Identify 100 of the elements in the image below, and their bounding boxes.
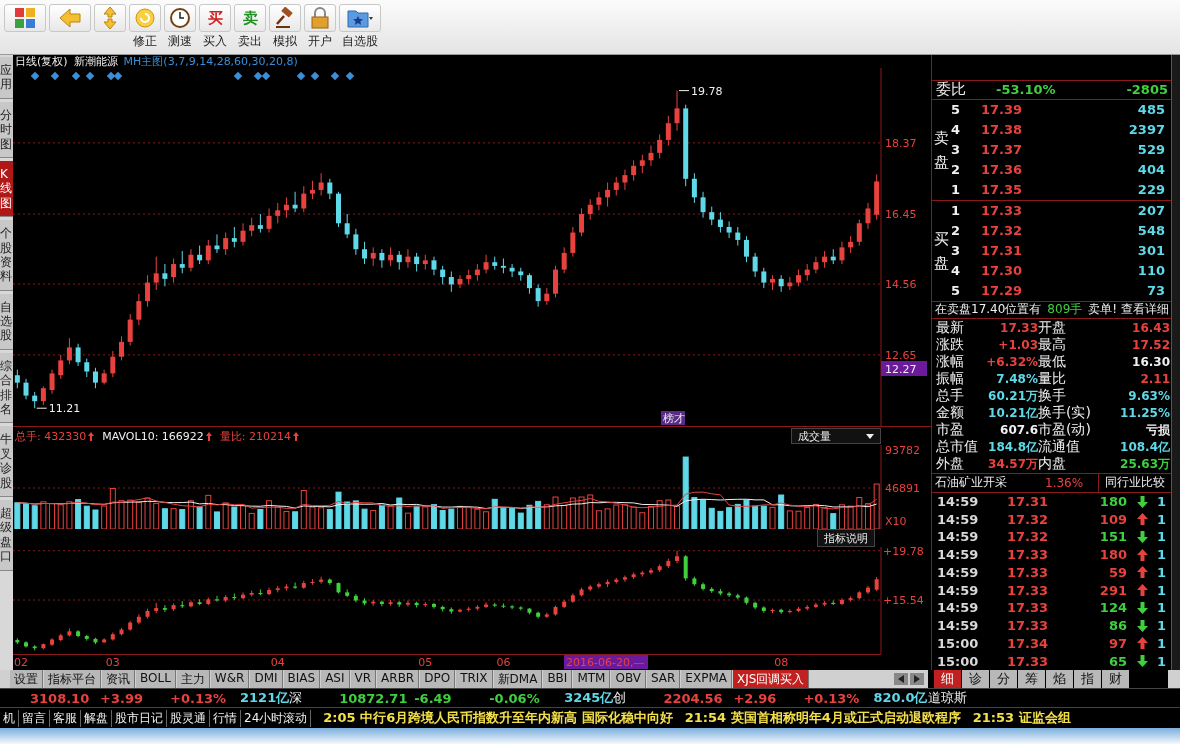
candlestick [448, 270, 454, 293]
order-price: 17.37 [981, 142, 1024, 158]
level-number: 3 [951, 243, 962, 259]
indicator-tab[interactable]: XJS回调买入 [732, 669, 810, 689]
side-tab[interactable]: 个股资料 [0, 220, 13, 291]
indicator-dropdown[interactable]: 成交量 [791, 428, 881, 444]
candlestick [726, 220, 732, 239]
order-ratio-percent: -53.10% [996, 82, 1057, 98]
toolbar-button[interactable] [94, 4, 126, 32]
indicator-tab[interactable]: ASI [321, 669, 350, 689]
scroll-right-button[interactable] [910, 673, 924, 685]
candlestick [865, 202, 871, 230]
side-tab[interactable]: 牛叉诊股 [0, 426, 13, 497]
trade-volume: 86 [1107, 618, 1127, 634]
indicator-tab[interactable]: OBV [611, 669, 646, 689]
side-tab[interactable]: 应用 [0, 57, 13, 99]
order-price: 17.35 [981, 182, 1024, 198]
indicator-tab[interactable]: TRIX [456, 669, 493, 689]
news-bar-button[interactable]: 留言 [19, 709, 50, 727]
candlestick [717, 211, 723, 234]
indicator-tab[interactable]: 指标平台 [44, 669, 101, 689]
side-tab[interactable]: 自选股 [0, 293, 13, 350]
order-side-label: 卖盘 [934, 127, 949, 173]
indicator-tab[interactable]: ARBR [377, 669, 420, 689]
trade-volume: 59 [1107, 564, 1127, 580]
side-tab[interactable]: 超级盘口 [0, 500, 13, 571]
news-headline[interactable]: 21:54 英国首相称明年4月或正式启动退欧程序 [684, 709, 961, 727]
indicator-tab[interactable]: MTM [573, 669, 611, 689]
stat-label: 市盈(动) [1038, 421, 1092, 439]
panel-tab[interactable]: 焰 [1046, 670, 1073, 688]
indicator-tab[interactable]: 设置 [10, 669, 43, 689]
news-headline[interactable]: 21:53 证监会组 [972, 709, 1071, 727]
indicator-tab[interactable]: DPO [420, 669, 456, 689]
indicator-tab[interactable]: BOLL [136, 669, 176, 689]
panel-tab[interactable]: 财 [1102, 670, 1129, 688]
news-bar-button[interactable]: 24小时滚动 [241, 709, 312, 727]
candlestick [743, 235, 749, 263]
down-arrow-icon [1136, 530, 1148, 543]
order-detail-link[interactable]: 卖单! 查看详细 [1088, 301, 1169, 319]
trade-time: 14:59 [937, 494, 980, 509]
news-headline[interactable]: 2:05 中行6月跨境人民币指数升至年内新高 国际化稳中向好 [323, 709, 673, 727]
order-price: 17.29 [981, 283, 1024, 299]
order-quantity: 229 [1136, 182, 1165, 198]
panel-tab[interactable]: 细 [934, 670, 961, 688]
news-bar-button[interactable]: 解盘 [81, 709, 112, 727]
padlock-icon [310, 7, 330, 29]
news-bar-button[interactable]: 股灵通 [167, 709, 210, 727]
level-number: 4 [951, 263, 962, 279]
indicator-tab[interactable]: BBI [543, 669, 573, 689]
indicator-tab[interactable]: DMI [250, 669, 283, 689]
candlestick [631, 159, 637, 182]
indicator-help-button[interactable]: 指标说明 [817, 529, 875, 547]
candlestick [813, 256, 819, 274]
toolbar-button[interactable] [49, 4, 91, 32]
panel-tab[interactable]: 分 [990, 670, 1017, 688]
panel-tab[interactable]: 筹 [1018, 670, 1045, 688]
candlestick [162, 263, 168, 287]
indicator-tab[interactable]: VR [350, 669, 377, 689]
news-bar-button[interactable]: 行情 [210, 709, 241, 727]
stat-label: 开盘 [1038, 319, 1067, 337]
side-tab[interactable]: 综合排名 [0, 352, 13, 424]
news-bar-button[interactable]: 股市日记 [112, 709, 167, 727]
indicator-tab[interactable]: BIAS [283, 669, 321, 689]
date-label: 03 [105, 656, 120, 669]
indicator-tab[interactable]: SAR [646, 669, 681, 689]
news-bar-button[interactable]: 客服 [50, 709, 81, 727]
trade-time: 14:59 [937, 564, 980, 580]
mavol-value: MAVOL10: 166922 [102, 429, 204, 443]
scroll-left-button[interactable] [894, 673, 908, 685]
up-arrow-icon [88, 431, 95, 441]
indicator-tab[interactable]: 资讯 [102, 669, 135, 689]
news-bar-button[interactable]: 机 [0, 709, 19, 727]
toolbar-button[interactable] [4, 4, 46, 32]
side-tab[interactable]: K线图 [0, 160, 13, 218]
industry-name: 石油矿业开采 [934, 474, 1008, 492]
candlestick [23, 378, 29, 400]
panel-tab[interactable]: 指 [1074, 670, 1101, 688]
candlestick [66, 337, 72, 365]
trade-volume: 151 [1098, 529, 1127, 545]
order-quantity: 110 [1136, 263, 1165, 279]
scrollbar[interactable] [1171, 55, 1180, 670]
indicator-tab[interactable]: W&R [210, 669, 250, 689]
panel-tab[interactable]: 诊 [962, 670, 989, 688]
date-label: 05 [418, 656, 433, 669]
up-arrow-icon [205, 431, 212, 441]
indicator-tab[interactable]: EXPMA [681, 669, 732, 689]
indicator-tab[interactable]: 新DMA [493, 669, 543, 689]
side-tab[interactable]: 分时图 [0, 101, 13, 158]
sell-icon: 卖 [242, 8, 258, 28]
candlestick [92, 367, 98, 389]
trade-price: 17.33 [1007, 582, 1050, 598]
order-quantity: 548 [1136, 223, 1165, 239]
stat-label: 振幅 [936, 370, 965, 388]
stat-value: 16.43 [1131, 321, 1170, 336]
refresh-icon [134, 7, 156, 29]
trade-volume: 109 [1098, 511, 1127, 527]
indicator-tab[interactable]: 主力 [176, 669, 210, 689]
index-quote: 2204.56 [663, 690, 724, 706]
candlestick [570, 226, 576, 258]
level-number: 1 [951, 203, 962, 219]
